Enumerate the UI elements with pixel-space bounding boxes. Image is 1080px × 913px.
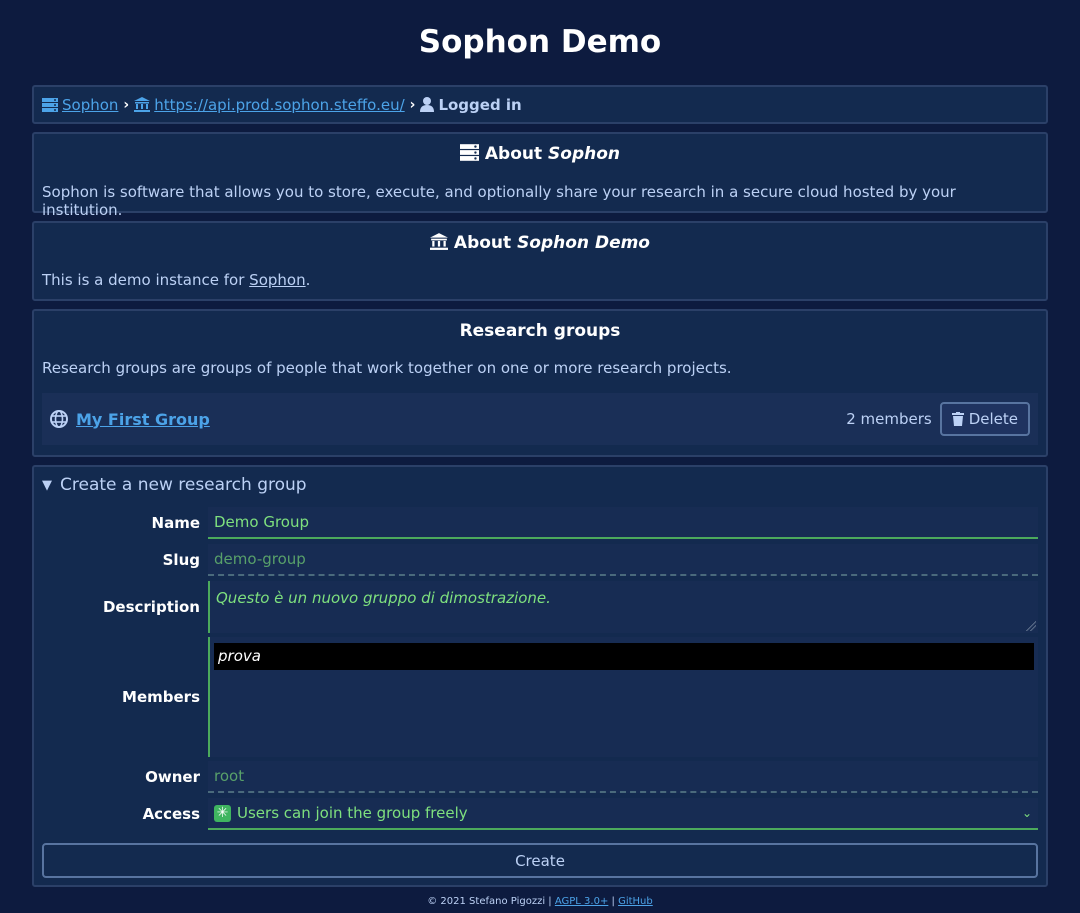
access-select[interactable]: ✳ Users can join the group freely ⌄ xyxy=(208,798,1038,830)
slug-field[interactable]: demo-group xyxy=(208,544,1038,576)
about-instance-panel: About Sophon Demo This is a demo instanc… xyxy=(32,221,1048,301)
about-instance-title: About Sophon Demo xyxy=(42,233,1038,253)
members-option[interactable]: prova xyxy=(214,643,1034,670)
slug-label: Slug xyxy=(162,551,200,569)
research-groups-panel: Research groups Research groups are grou… xyxy=(32,309,1048,457)
caret-down-icon: ▼ xyxy=(42,477,52,493)
server-icon xyxy=(459,144,479,161)
asterisk-icon: ✳ xyxy=(214,804,231,822)
about-sophon-panel: About Sophon Sophon is software that all… xyxy=(32,132,1048,219)
university-icon xyxy=(134,97,151,112)
group-name-link[interactable]: My First Group xyxy=(76,410,210,429)
server-icon xyxy=(42,97,58,112)
trash-icon xyxy=(951,412,964,426)
research-groups-title: Research groups xyxy=(459,321,621,341)
create-group-panel: ▼ Create a new research group Name Demo … xyxy=(32,465,1048,887)
access-label: Access xyxy=(142,805,200,823)
about-instance-text: This is a demo instance for Sophon. xyxy=(42,271,311,289)
breadcrumb: Sophon › https://api.prod.sophon.steffo.… xyxy=(32,85,1048,124)
footer: © 2021 Stefano Pigozzi | AGPL 3.0+ | Git… xyxy=(427,896,653,907)
create-button[interactable]: Create xyxy=(42,843,1038,878)
slug-row: Slug demo-group xyxy=(42,544,1038,576)
members-row: Members prova xyxy=(42,637,1038,757)
create-group-summary[interactable]: ▼ Create a new research group xyxy=(42,475,1038,495)
globe-icon xyxy=(50,410,68,428)
research-groups-text: Research groups are groups of people tha… xyxy=(42,359,732,377)
access-row: Access ✳ Users can join the group freely… xyxy=(42,798,1038,830)
name-field[interactable]: Demo Group xyxy=(208,507,1038,539)
members-label: Members xyxy=(122,688,200,706)
chevron-right-icon: › xyxy=(123,96,130,113)
description-field[interactable]: Questo è un nuovo gruppo di dimostrazion… xyxy=(208,581,1038,633)
owner-field[interactable]: root xyxy=(208,761,1038,793)
description-label: Description xyxy=(102,598,200,616)
delete-button[interactable]: Delete xyxy=(939,402,1030,436)
name-label: Name xyxy=(151,514,200,532)
list-item: My First Group 2 members Delete xyxy=(42,393,1038,445)
resize-handle[interactable] xyxy=(1026,621,1036,631)
university-icon xyxy=(429,233,448,250)
page-title: Sophon Demo xyxy=(418,24,662,60)
license-link[interactable]: AGPL 3.0+ xyxy=(555,896,608,907)
owner-label: Owner xyxy=(145,768,200,786)
name-row: Name Demo Group xyxy=(42,507,1038,539)
members-select[interactable]: prova xyxy=(208,637,1038,757)
about-sophon-title: About Sophon xyxy=(42,144,1038,164)
breadcrumb-current: Logged in xyxy=(438,95,522,114)
breadcrumb-instance-link[interactable]: https://api.prod.sophon.steffo.eu/ xyxy=(154,96,404,114)
chevron-down-icon: ⌄ xyxy=(1021,806,1032,820)
about-sophon-text: Sophon is software that allows you to st… xyxy=(42,183,956,219)
chevron-right-icon: › xyxy=(409,96,416,113)
owner-row: Owner root xyxy=(42,761,1038,793)
github-link[interactable]: GitHub xyxy=(618,896,653,907)
user-icon xyxy=(420,97,435,112)
description-row: Description Questo è un nuovo gruppo di … xyxy=(42,581,1038,633)
breadcrumb-sophon-link[interactable]: Sophon xyxy=(62,96,118,114)
sophon-link[interactable]: Sophon xyxy=(249,271,305,289)
members-count: 2 members xyxy=(846,410,932,428)
